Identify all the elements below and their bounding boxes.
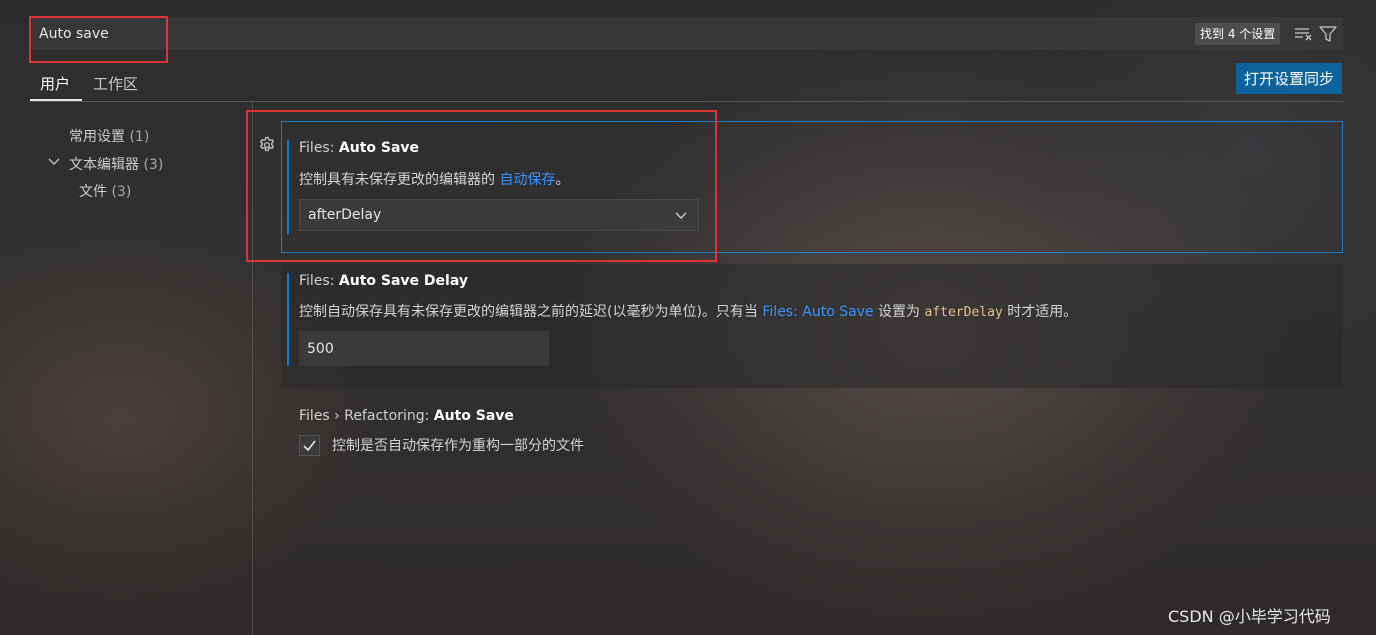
clear-filter-icon[interactable] — [1293, 24, 1313, 44]
modified-indicator — [287, 273, 289, 366]
setting-name: Auto Save Delay — [338, 273, 468, 289]
toc-item-count: (3) — [143, 157, 164, 173]
code-value: afterDelay — [924, 305, 1003, 320]
checkmark-icon — [303, 440, 316, 452]
watermark: CSDN @小毕学习代码 — [1168, 607, 1331, 626]
toc-item-files[interactable]: 文件 (3) — [79, 181, 131, 201]
search-result-count: 找到 4 个设置 — [1195, 23, 1281, 45]
setting-name: Auto Save — [433, 408, 514, 424]
toc-item-count: (1) — [129, 129, 150, 145]
toc-item-label: 文件 — [79, 184, 107, 200]
setting-title-auto-save-delay: Files: Auto Save Delay — [299, 273, 468, 289]
toc-item-count: (3) — [111, 184, 132, 200]
setting-description-auto-save-delay: 控制自动保存具有未保存更改的编辑器之前的延迟(以毫秒为单位)。只有当 Files… — [299, 301, 1077, 321]
filter-icon[interactable] — [1318, 24, 1338, 44]
tab-divider — [30, 101, 1343, 102]
setting-category: Files: — [299, 273, 339, 289]
toc-item-label: 常用设置 — [69, 129, 125, 145]
description-text: 控制自动保存具有未保存更改的编辑器之前的延迟(以毫秒为单位)。只有当 — [299, 304, 763, 320]
setting-title-refactoring-auto-save: Files › Refactoring: Auto Save — [299, 408, 514, 424]
chevron-down-icon[interactable] — [47, 155, 61, 169]
setting-highlight-box — [246, 110, 717, 262]
tab-user[interactable]: 用户 — [40, 73, 70, 94]
search-highlight-box — [29, 16, 168, 63]
setting-category: Files › Refactoring: — [299, 408, 434, 424]
settings-search-input[interactable] — [39, 24, 939, 44]
description-text: 设置为 — [873, 304, 925, 320]
refactoring-auto-save-checkbox[interactable] — [299, 435, 320, 456]
turn-on-settings-sync-button[interactable]: 打开设置同步 — [1236, 63, 1342, 94]
toc-item-text-editor[interactable]: 文本编辑器 (3) — [69, 154, 163, 174]
auto-save-delay-input[interactable] — [299, 331, 549, 366]
files-auto-save-link[interactable]: Files: Auto Save — [762, 304, 873, 320]
description-text: 时才适用。 — [1002, 304, 1078, 320]
tab-workspace[interactable]: 工作区 — [93, 73, 138, 94]
toc-item-commonly-used[interactable]: 常用设置 (1) — [69, 126, 149, 146]
refactoring-auto-save-description: 控制是否自动保存作为重构一部分的文件 — [332, 438, 584, 454]
toc-item-label: 文本编辑器 — [69, 157, 139, 173]
settings-search-bar: 找到 4 个设置 — [30, 17, 1343, 50]
